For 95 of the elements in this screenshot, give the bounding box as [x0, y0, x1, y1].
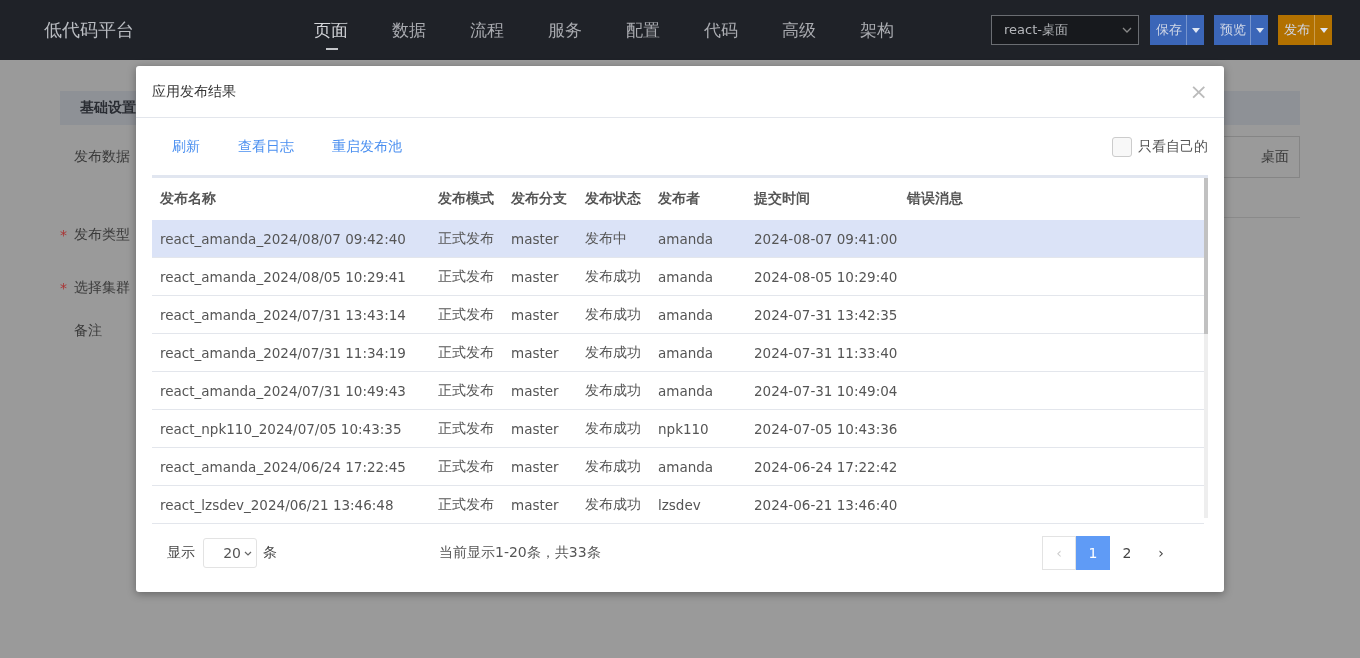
nav-tab[interactable]: 页面: [314, 12, 348, 48]
nav-tab[interactable]: 高级: [782, 12, 816, 48]
table-cell-text: master: [510, 306, 560, 323]
nav-tab[interactable]: 架构: [860, 12, 894, 48]
caret-down-icon: [1191, 27, 1200, 33]
table-cell-text: 发布成功: [584, 381, 642, 400]
table-cell-text: 正式发布: [437, 267, 495, 286]
table-cell-text: amanda: [657, 306, 715, 323]
table-cell-text: react_lzsdev_2024/06/21 13:46:48: [159, 496, 395, 513]
table-cell-text: amanda: [657, 458, 715, 475]
table-cell-text: 2024-08-05 10:29:40: [753, 268, 899, 285]
table-cell-text: 2024-07-05 10:43:36: [753, 420, 899, 437]
table-cell-text: master: [510, 458, 560, 475]
table-cell-text: 2024-07-31 10:49:04: [753, 382, 899, 399]
caret-down-icon: [1319, 27, 1328, 33]
chevron-down-icon: [1122, 27, 1132, 33]
table-cell-text: amanda: [657, 382, 715, 399]
table-cell-text: master: [510, 496, 560, 513]
nav-tab[interactable]: 代码: [704, 12, 738, 48]
table-cell-text: 正式发布: [437, 495, 495, 514]
scrollbar-thumb[interactable]: [1204, 178, 1208, 334]
table-cell-text: amanda: [657, 344, 715, 361]
nav-tab[interactable]: 配置: [626, 12, 660, 48]
column-header: 发布者: [657, 190, 701, 208]
app-select[interactable]: react-桌面: [991, 15, 1139, 45]
table-cell-text: 正式发布: [437, 419, 495, 438]
checkbox-label: 只看自己的: [1138, 137, 1208, 156]
nav-tab[interactable]: 流程: [470, 12, 504, 48]
table-cell-text: 发布成功: [584, 305, 642, 324]
field-label: 备注: [74, 322, 102, 340]
table-cell-text: amanda: [657, 230, 715, 247]
required-mark: *: [60, 227, 68, 243]
column-header: 发布名称: [159, 190, 217, 208]
table-cell-text: 正式发布: [437, 305, 495, 324]
checkbox[interactable]: [1112, 136, 1132, 157]
page-size-label: 显示: [167, 544, 195, 562]
nav-tab[interactable]: 服务: [548, 12, 582, 48]
table-row[interactable]: react_amanda_2024/07/31 10:49:43 正式发布 master 发布成功 amanda 2024-07-31 10:49:04: [152, 372, 1204, 410]
nav-tab[interactable]: 数据: [392, 12, 426, 48]
table-cell-text: 正式发布: [437, 343, 495, 362]
table-cell-text: 2024-07-31 13:42:35: [753, 306, 899, 323]
page-size-unit: 条: [263, 544, 277, 562]
table-row[interactable]: react_amanda_2024/08/07 09:42:40 正式发布 master 发布中 amanda 2024-08-07 09:41:00: [152, 220, 1204, 258]
table-cell-text: 2024-08-07 09:41:00: [753, 230, 899, 247]
table-cell-text: 正式发布: [437, 381, 495, 400]
caret-down-icon: [1255, 27, 1264, 33]
column-header: 错误消息: [905, 190, 964, 208]
table-cell-text: 正式发布: [437, 229, 495, 248]
table-cell-text: react_amanda_2024/06/24 17:22:45: [159, 458, 407, 475]
table-cell-text: master: [510, 268, 560, 285]
dialog-title: 应用发布结果: [152, 82, 236, 101]
section-title: 基础设置: [80, 99, 136, 117]
table-row[interactable]: react_amanda_2024/06/24 17:22:45 正式发布 master 发布成功 amanda 2024-06-24 17:22:42: [152, 448, 1204, 486]
table-cell-text: react_amanda_2024/07/31 11:34:19: [159, 344, 407, 361]
table-row[interactable]: react_amanda_2024/07/31 11:34:19 正式发布 master 发布成功 amanda 2024-07-31 11:33:40: [152, 334, 1204, 372]
field-label: 发布数据: [74, 148, 130, 166]
table-cell-text: 发布成功: [584, 343, 642, 362]
table-cell-text: master: [510, 382, 560, 399]
table-cell-text: 发布成功: [584, 419, 642, 438]
table-cell-text: master: [510, 230, 560, 247]
table-cell-text: react_npk110_2024/07/05 10:43:35: [159, 420, 403, 437]
table-cell-text: 2024-07-31 11:33:40: [753, 344, 899, 361]
column-header: 提交时间: [753, 190, 811, 208]
field-label: 发布类型: [74, 226, 130, 244]
table-cell-text: 2024-06-24 17:22:42: [753, 458, 899, 475]
scrollbar[interactable]: [1204, 178, 1208, 518]
column-header: 发布模式: [437, 190, 495, 208]
app-title: 低代码平台: [44, 18, 135, 42]
table-cell-text: 正式发布: [437, 457, 495, 476]
table-cell-text: master: [510, 344, 560, 361]
table-row[interactable]: react_lzsdev_2024/06/21 13:46:48 正式发布 master 发布成功 lzsdev 2024-06-21 13:46:40: [152, 486, 1204, 524]
table-cell-text: react_amanda_2024/08/07 09:42:40: [159, 230, 407, 247]
table-cell-text: amanda: [657, 268, 715, 285]
column-header: 发布状态: [584, 190, 642, 208]
table-row[interactable]: react_amanda_2024/08/05 10:29:41 正式发布 master 发布成功 amanda 2024-08-05 10:29:40: [152, 258, 1204, 296]
table-cell-text: 发布中: [584, 229, 628, 248]
table-row[interactable]: react_amanda_2024/07/31 13:43:14 正式发布 master 发布成功 amanda 2024-07-31 13:42:35: [152, 296, 1204, 334]
table-cell-text: react_amanda_2024/08/05 10:29:41: [159, 268, 407, 285]
column-header: 发布分支: [510, 190, 568, 208]
table-cell-text: 2024-06-21 13:46:40: [753, 496, 899, 513]
field-label: 选择集群: [74, 279, 130, 297]
table-cell-text: npk110: [657, 420, 710, 437]
table-cell-text: 发布成功: [584, 267, 642, 286]
table-cell-text: 发布成功: [584, 495, 642, 514]
table-cell-text: 发布成功: [584, 457, 642, 476]
table-row[interactable]: react_npk110_2024/07/05 10:43:35 正式发布 master 发布成功 npk110 2024-07-05 10:43:36: [152, 410, 1204, 448]
table-cell-text: react_amanda_2024/07/31 10:49:43: [159, 382, 407, 399]
table-cell-text: react_amanda_2024/07/31 13:43:14: [159, 306, 407, 323]
pagination-summary: 当前显示1-20条，共33条: [439, 544, 601, 562]
chevron-down-icon: [244, 550, 252, 556]
table-cell-text: lzsdev: [657, 496, 702, 513]
active-tab-indicator: [326, 47, 338, 50]
required-mark: *: [60, 280, 68, 296]
table-cell-text: master: [510, 420, 560, 437]
page-size-select[interactable]: 20: [203, 538, 257, 568]
